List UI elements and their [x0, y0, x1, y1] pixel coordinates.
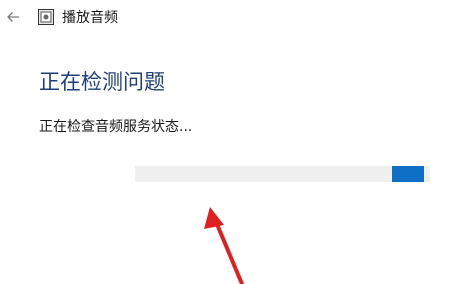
status-message: 正在检查音频服务状态... — [39, 119, 193, 135]
troubleshooter-window: 播放音频 正在检测问题 正在检查音频服务状态... — [0, 0, 450, 284]
progress-indicator — [392, 166, 425, 182]
page-heading: 正在检测问题 — [39, 70, 165, 94]
back-button[interactable] — [2, 6, 24, 28]
back-arrow-icon — [7, 12, 19, 22]
progress-bar — [135, 166, 430, 182]
title-bar: 播放音频 — [0, 0, 450, 38]
window-title: 播放音频 — [62, 10, 118, 26]
troubleshooter-icon — [38, 9, 54, 25]
red-arrow-icon — [204, 207, 244, 284]
